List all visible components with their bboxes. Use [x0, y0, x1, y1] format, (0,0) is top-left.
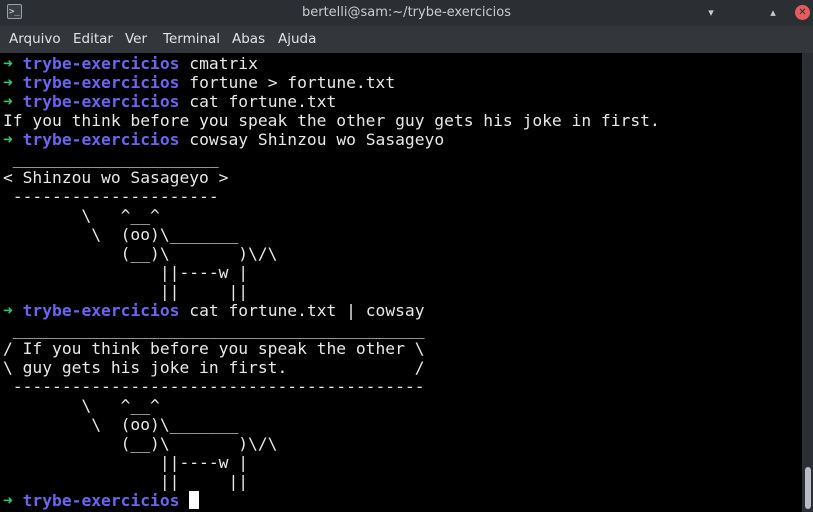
prompt-directory: trybe-exercicios [22, 92, 180, 111]
maximize-icon[interactable]: ▴ [766, 6, 780, 20]
output-line: \ (oo)\_______ [3, 415, 239, 434]
title-bar[interactable]: >_ bertelli@sam:~/trybe-exercicios ▾ ▴ ✕ [0, 0, 813, 26]
prompt-line: ➜ trybe-exercicios fortune > fortune.txt [3, 73, 395, 92]
output-line: \ ^__^ [3, 206, 160, 225]
menu-item-ver[interactable]: Ver [125, 26, 147, 53]
output-line: If you think before you speak the other … [3, 111, 660, 130]
output-line: || || [3, 472, 249, 491]
prompt-line: ➜ trybe-exercicios [3, 491, 200, 510]
prompt-line: ➜ trybe-exercicios cat fortune.txt [3, 92, 336, 111]
prompt-line: ➜ trybe-exercicios cowsay Shinzou wo Sas… [3, 130, 444, 149]
prompt-arrow-icon: ➜ [3, 491, 13, 510]
close-icon[interactable]: ✕ [795, 5, 810, 20]
output-line: \ (oo)\_______ [3, 225, 239, 244]
menu-item-abas[interactable]: Abas [232, 26, 265, 53]
output-line: ||----w | [3, 453, 249, 472]
output-line: (__)\ )\/\ [3, 434, 278, 453]
prompt-line: ➜ trybe-exercicios cat fortune.txt | cow… [3, 301, 425, 320]
prompt-directory: trybe-exercicios [22, 130, 180, 149]
prompt-arrow-icon: ➜ [3, 92, 13, 111]
menu-item-ajuda[interactable]: Ajuda [278, 26, 316, 53]
terminal-output[interactable]: ➜ trybe-exercicios cmatrix ➜ trybe-exerci… [0, 53, 802, 512]
output-line: (__)\ )\/\ [3, 244, 278, 263]
prompt-directory: trybe-exercicios [22, 301, 180, 320]
prompt-directory: trybe-exercicios [22, 491, 180, 510]
command-text: fortune > fortune.txt [189, 73, 396, 92]
output-line: ||----w | [3, 263, 249, 282]
output-line: \ guy gets his joke in first. / [3, 358, 425, 377]
command-text: cmatrix [189, 54, 258, 73]
prompt-arrow-icon: ➜ [3, 73, 13, 92]
minimize-icon[interactable]: ▾ [704, 6, 718, 20]
menu-item-editar[interactable]: Editar [73, 26, 113, 53]
output-line: --------------------- [3, 187, 219, 206]
menu-item-terminal[interactable]: Terminal [163, 26, 220, 53]
menu-item-arquivo[interactable]: Arquivo [9, 26, 61, 53]
output-line: / If you think before you speak the othe… [3, 339, 425, 358]
command-text: cat fortune.txt | cowsay [189, 301, 425, 320]
output-line: ________________________________________… [3, 320, 425, 339]
terminal-scrollbar[interactable] [802, 53, 813, 512]
output-line: || || [3, 282, 249, 301]
output-line: \ ^__^ [3, 396, 160, 415]
output-line: < Shinzou wo Sasageyo > [3, 168, 229, 187]
terminal-cursor[interactable] [189, 491, 200, 509]
prompt-arrow-icon: ➜ [3, 301, 13, 320]
command-text: cat fortune.txt [189, 92, 337, 111]
command-text: cowsay Shinzou wo Sasageyo [189, 130, 445, 149]
menu-bar: Arquivo Editar Ver Terminal Abas Ajuda [0, 26, 813, 53]
prompt-line: ➜ trybe-exercicios cmatrix [3, 54, 258, 73]
prompt-arrow-icon: ➜ [3, 130, 13, 149]
output-line: _____________________ [3, 149, 219, 168]
window-title: bertelli@sam:~/trybe-exercicios [301, 5, 512, 20]
scrollbar-thumb[interactable] [805, 467, 811, 509]
terminal-window: >_ bertelli@sam:~/trybe-exercicios ▾ ▴ ✕… [0, 0, 813, 512]
prompt-directory: trybe-exercicios [22, 73, 180, 92]
prompt-directory: trybe-exercicios [22, 54, 180, 73]
prompt-arrow-icon: ➜ [3, 54, 13, 73]
output-line: ----------------------------------------… [3, 377, 425, 396]
